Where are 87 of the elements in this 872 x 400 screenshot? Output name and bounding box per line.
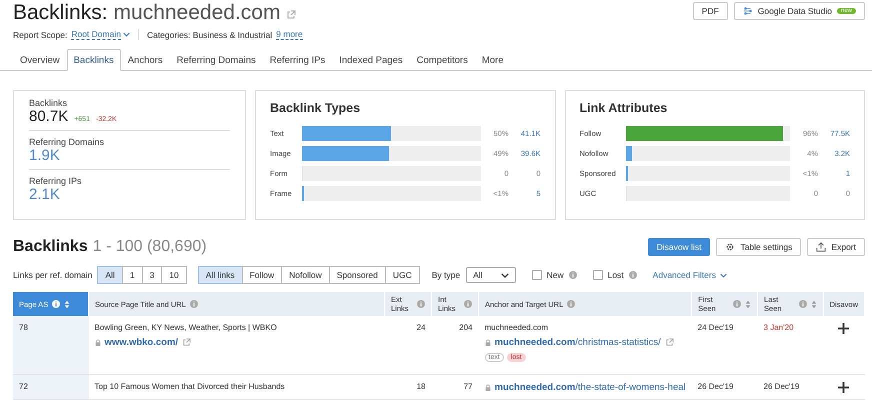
checkbox-label: New: [546, 270, 564, 280]
info-icon[interactable]: [798, 300, 807, 308]
table-cell: 26 Dec'19: [692, 374, 758, 400]
card-title: Backlink Types: [270, 101, 362, 115]
links-per-domain-option[interactable]: All: [97, 266, 123, 284]
link-type-option[interactable]: Nofollow: [281, 266, 330, 284]
external-link-icon[interactable]: [182, 338, 192, 347]
table-settings-button[interactable]: Table settings: [716, 238, 802, 256]
chevron-down-icon: [500, 272, 509, 278]
info-icon[interactable]: [464, 300, 472, 308]
report-tab[interactable]: Referring IPs: [262, 49, 332, 71]
link-type-option[interactable]: UGC: [384, 266, 420, 284]
sort-icon[interactable]: [810, 300, 817, 308]
add-icon[interactable]: [838, 382, 850, 393]
lock-icon: [94, 338, 100, 346]
chevron-down-icon[interactable]: [720, 272, 727, 278]
links-per-domain-option[interactable]: 10: [161, 266, 187, 284]
info-icon[interactable]: [628, 271, 637, 279]
scope-dropdown[interactable]: Root Domain: [71, 29, 121, 40]
sort-icon[interactable]: [745, 300, 752, 308]
table-cell: 72: [13, 374, 88, 400]
target-url-link[interactable]: muchneeded.com/christmas-statistics/: [494, 337, 661, 348]
filter-label: By type: [432, 270, 460, 280]
domain-title: muchneeded.com: [114, 1, 280, 25]
checkbox[interactable]: [532, 270, 542, 280]
metric-value[interactable]: 2.1K: [29, 186, 60, 203]
sort-icon[interactable]: [64, 300, 70, 308]
report-tab[interactable]: Backlinks: [66, 49, 121, 71]
source-url-link[interactable]: www.wbko.com/: [104, 337, 178, 348]
metric-label: Referring IPs: [29, 176, 82, 186]
report-tab[interactable]: More: [474, 49, 510, 71]
checkbox[interactable]: [592, 270, 603, 280]
metric-label: Referring Domains: [29, 137, 104, 147]
source-title: Bowling Green, KY News, Weather, Sports | WBKO: [94, 323, 278, 332]
add-icon[interactable]: [838, 323, 850, 334]
lock-icon: [484, 338, 490, 346]
anchor-text: muchneeded.com: [484, 323, 550, 332]
pdf-button[interactable]: PDF: [692, 2, 728, 20]
table-cell: 78: [13, 316, 88, 374]
table-cell: 18: [384, 374, 432, 400]
connector-icon: [742, 6, 753, 16]
report-tab[interactable]: Competitors: [410, 49, 475, 71]
info-icon[interactable]: [733, 300, 742, 308]
link-type-option[interactable]: Sponsored: [328, 266, 386, 284]
filter-label: Links per ref. domain: [13, 270, 92, 280]
table-cell: 26 Dec'19: [758, 374, 824, 400]
metric-value: 80.7K: [29, 108, 68, 125]
link-type-option[interactable]: All links: [198, 266, 243, 284]
table-cell: 24: [384, 316, 432, 374]
info-icon[interactable]: [52, 300, 60, 308]
table-cell: 24 Dec'19: [692, 316, 758, 374]
link-type-option[interactable]: Follow: [242, 266, 282, 284]
lock-icon: [484, 384, 490, 392]
type-select[interactable]: All: [466, 267, 516, 283]
page-title: Backlinks:: [13, 1, 108, 25]
table-cell: 3 Jan'20: [758, 316, 824, 374]
info-icon[interactable]: [417, 300, 425, 308]
links-per-domain-option[interactable]: 3: [142, 266, 162, 284]
metric-label: Backlinks: [29, 98, 68, 108]
target-url-link[interactable]: muchneeded.com/the-state-of-womens-heal: [494, 382, 686, 393]
card-title: Link Attributes: [580, 101, 668, 115]
table-cell: 204: [432, 316, 478, 374]
external-link-icon[interactable]: [664, 338, 674, 347]
metric-value[interactable]: 1.9K: [29, 147, 60, 164]
settings-icon: [725, 242, 736, 252]
checkbox-label: Lost: [608, 270, 624, 280]
info-icon[interactable]: [190, 300, 198, 308]
info-icon[interactable]: [567, 300, 576, 308]
upload-icon: [816, 242, 826, 252]
info-icon[interactable]: [568, 271, 577, 279]
report-tab[interactable]: Overview: [13, 49, 67, 71]
source-title: Top 10 Famous Women that Divorced their Husbands: [94, 382, 286, 391]
report-tab[interactable]: Referring Domains: [170, 49, 263, 71]
section-title: Backlinks: [13, 238, 88, 255]
disavow-list-button[interactable]: Disavow list: [648, 238, 710, 256]
scope-label: Report Scope:: [13, 30, 68, 40]
categories-text: Categories: Business & Industrial: [146, 30, 272, 40]
result-range: 1 - 100 (80,690): [92, 238, 207, 255]
links-per-domain-option[interactable]: 1: [122, 266, 143, 284]
external-link-icon[interactable]: [286, 10, 296, 20]
table-cell: 77: [432, 374, 478, 400]
advanced-filters-link[interactable]: Advanced Filters: [652, 270, 716, 280]
export-button[interactable]: Export: [807, 238, 865, 256]
report-tab[interactable]: Anchors: [120, 49, 170, 71]
report-tab[interactable]: Indexed Pages: [332, 49, 410, 71]
more-categories-link[interactable]: 9 more: [276, 29, 303, 40]
chevron-down-icon[interactable]: [122, 32, 130, 37]
